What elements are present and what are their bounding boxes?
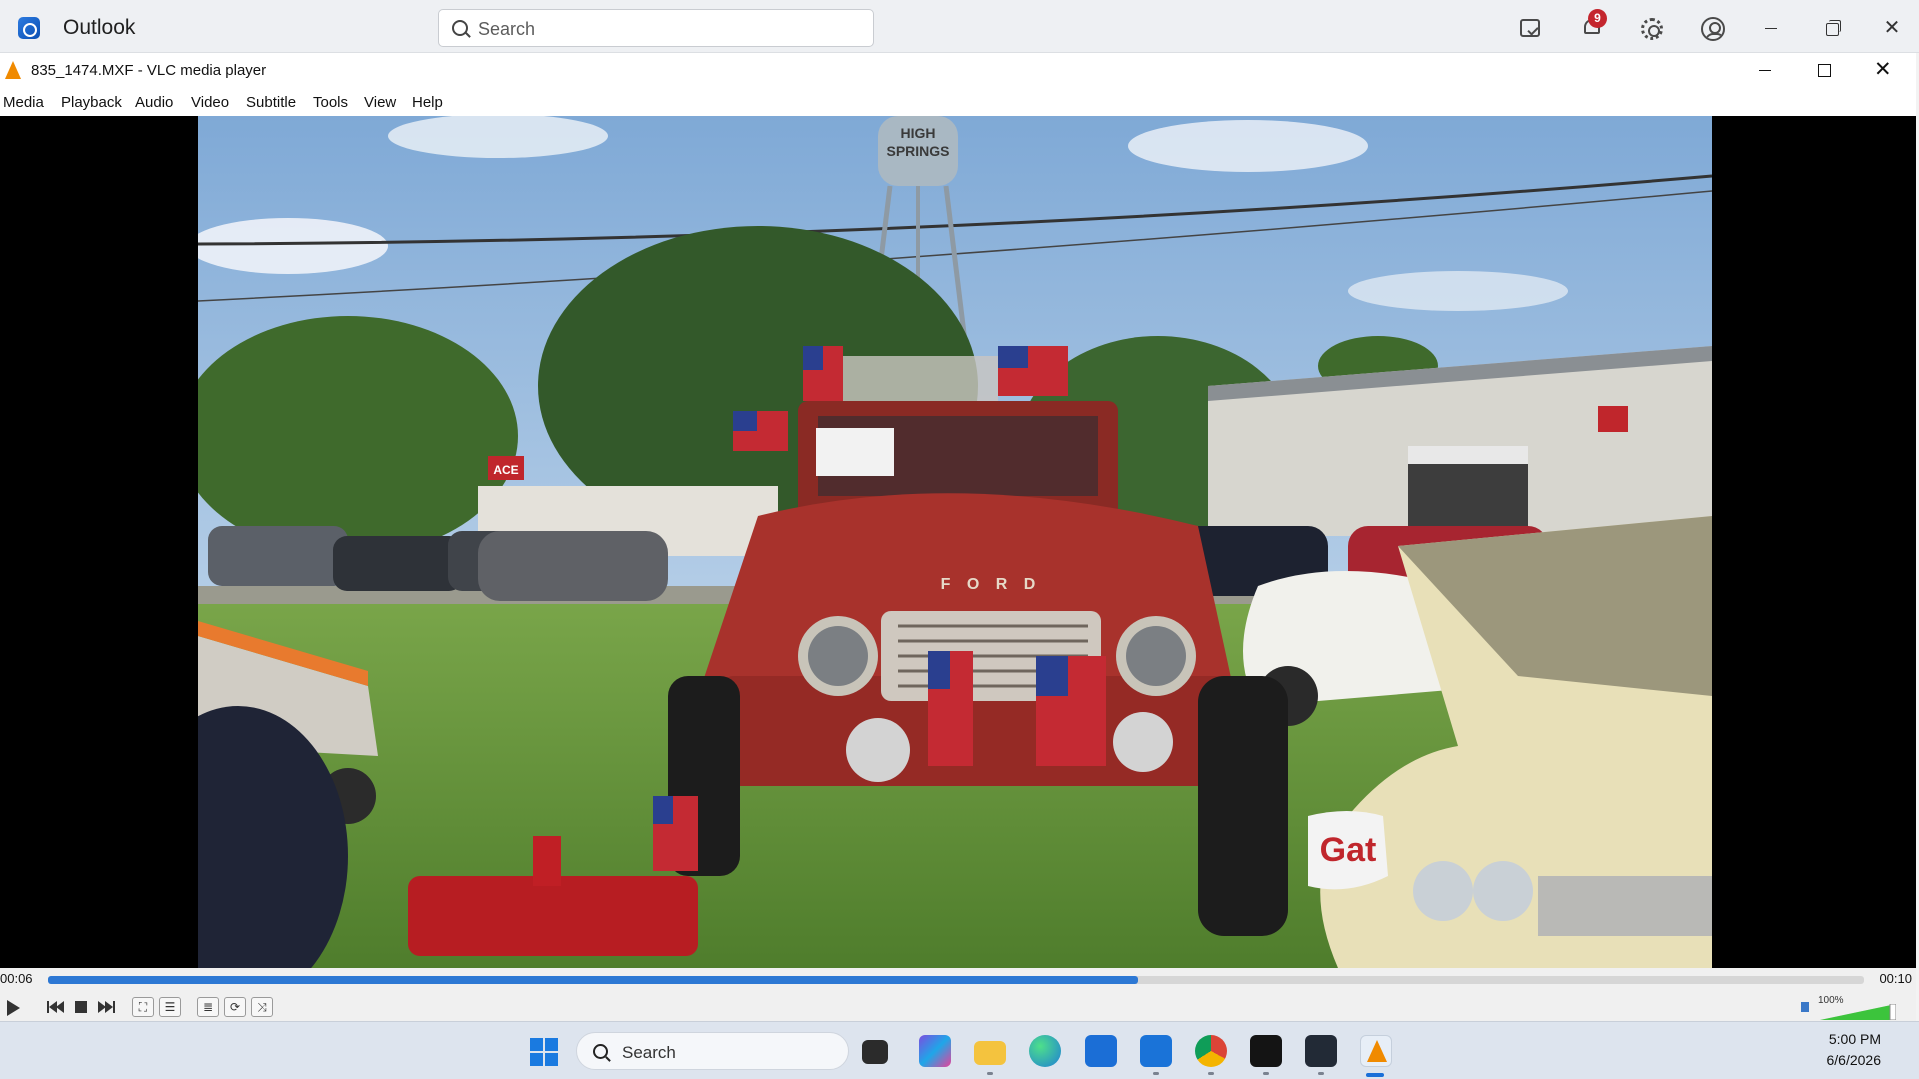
outlook-search-input[interactable]: Search [438, 9, 874, 47]
previous-icon [47, 1001, 64, 1013]
clock-date[interactable]: 6/6/2026 [1827, 1052, 1882, 1068]
start-button[interactable] [530, 1038, 558, 1066]
outlook-logo-icon [18, 17, 40, 39]
outlook-title-bar: Outlook Search 9 ✕ [0, 0, 1919, 53]
search-icon [593, 1044, 608, 1059]
outlook-restore-button[interactable] [1818, 14, 1846, 42]
water-tower-text-1: HIGH [901, 125, 936, 141]
outlook-search-placeholder: Search [478, 19, 536, 39]
account-icon[interactable] [1701, 17, 1725, 41]
next-icon [98, 1001, 115, 1013]
microsoft-365-icon[interactable] [919, 1035, 951, 1067]
grille-text: F O R D [941, 576, 1042, 593]
vlc-taskbar-button[interactable] [1360, 1035, 1392, 1067]
chrome-icon[interactable] [1195, 1035, 1227, 1067]
edge-icon[interactable] [1029, 1035, 1061, 1067]
vlc-title-bar: 835_1474.MXF - VLC media player ✕ [0, 53, 1916, 87]
microsoft-store-icon[interactable] [1085, 1035, 1117, 1067]
volume-handle[interactable] [1889, 1004, 1896, 1020]
seek-bar[interactable] [48, 976, 1864, 984]
menu-subtitle[interactable]: Subtitle [246, 94, 296, 111]
video-area[interactable]: HIGH SPRINGS ACE F O R D Gat [0, 116, 1916, 968]
video-frame[interactable]: HIGH SPRINGS ACE F O R D Gat [198, 116, 1712, 968]
outlook-app-title: Outlook [63, 16, 136, 39]
file-explorer-icon[interactable] [974, 1041, 1006, 1065]
play-button[interactable] [7, 1000, 20, 1016]
taskbar-search-input[interactable]: Search [576, 1032, 849, 1070]
davinci-resolve-icon[interactable] [1305, 1035, 1337, 1067]
extended-settings-button[interactable]: ☰ [159, 997, 181, 1017]
clock-time[interactable]: 5:00 PM [1829, 1031, 1881, 1047]
menu-tools[interactable]: Tools [313, 94, 348, 111]
time-elapsed: 00:06 [0, 971, 33, 986]
ap-news-icon[interactable] [1250, 1035, 1282, 1067]
outlook-taskbar-icon[interactable] [1140, 1035, 1172, 1067]
equalizer-icon: ☰ [164, 1000, 176, 1014]
menu-help[interactable]: Help [412, 94, 443, 111]
menu-media[interactable]: Media [3, 94, 44, 111]
shuffle-icon: ⤨ [257, 1000, 267, 1014]
davinci-running-indicator [1318, 1072, 1324, 1075]
vlc-controls: 00:06 00:10 ⛶ ☰ ≣ ⟳ ⤨ 100% [0, 968, 1916, 1021]
todo-icon[interactable] [1520, 19, 1540, 37]
menu-video[interactable]: Video [191, 94, 229, 111]
ap-news-running-indicator [1263, 1072, 1269, 1075]
vlc-menu-bar: Media Playback Audio Video Subtitle Tool… [0, 87, 1916, 116]
vlc-window-title: 835_1474.MXF - VLC media player [31, 62, 267, 79]
menu-view[interactable]: View [364, 94, 396, 111]
previous-button[interactable] [44, 997, 66, 1017]
boat-text: Gat [1320, 831, 1377, 869]
notification-badge: 9 [1588, 9, 1607, 28]
video-scene: HIGH SPRINGS ACE F O R D Gat [198, 116, 1712, 968]
menu-audio[interactable]: Audio [135, 94, 173, 111]
volume-fill [1820, 1004, 1896, 1020]
time-total: 00:10 [1879, 971, 1912, 986]
playlist-button[interactable]: ≣ [197, 997, 219, 1017]
volume-slider[interactable] [1820, 1004, 1896, 1020]
vlc-minimize-button[interactable] [1756, 61, 1774, 79]
loop-button[interactable]: ⟳ [224, 997, 246, 1017]
outlook-running-indicator [1153, 1072, 1159, 1075]
gear-icon[interactable] [1641, 18, 1663, 40]
next-button[interactable] [96, 997, 118, 1017]
outlook-minimize-button[interactable] [1757, 14, 1785, 42]
fullscreen-button[interactable]: ⛶ [132, 997, 154, 1017]
loop-icon: ⟳ [229, 1000, 241, 1014]
windows-logo-icon [530, 1038, 543, 1051]
vlc-cone-icon [1367, 1040, 1387, 1062]
random-button[interactable]: ⤨ [251, 997, 273, 1017]
task-view-icon[interactable] [862, 1040, 888, 1064]
menu-playback[interactable]: Playback [61, 94, 122, 111]
search-icon [452, 20, 468, 36]
stop-icon [75, 1001, 87, 1013]
vlc-active-indicator [1366, 1073, 1384, 1077]
vlc-cone-icon [5, 61, 21, 79]
vlc-close-button[interactable]: ✕ [1874, 57, 1892, 82]
vlc-maximize-button[interactable] [1818, 64, 1831, 77]
playlist-icon: ≣ [202, 1000, 214, 1014]
seek-bar-fill [48, 976, 1138, 984]
stop-button[interactable] [72, 997, 90, 1017]
water-tower-text-2: SPRINGS [886, 143, 949, 159]
fullscreen-icon: ⛶ [138, 1000, 148, 1014]
taskbar: Search 5:00 PM 6/6/2026 [0, 1021, 1919, 1079]
vlc-window: 835_1474.MXF - VLC media player ✕ Media … [0, 53, 1916, 1021]
store-sign-text: ACE [493, 463, 518, 477]
speaker-icon[interactable] [1801, 1002, 1809, 1012]
outlook-close-button[interactable]: ✕ [1878, 14, 1906, 42]
chrome-running-indicator [1208, 1072, 1214, 1075]
taskbar-search-placeholder: Search [622, 1043, 676, 1062]
file-explorer-running-indicator [987, 1072, 993, 1075]
